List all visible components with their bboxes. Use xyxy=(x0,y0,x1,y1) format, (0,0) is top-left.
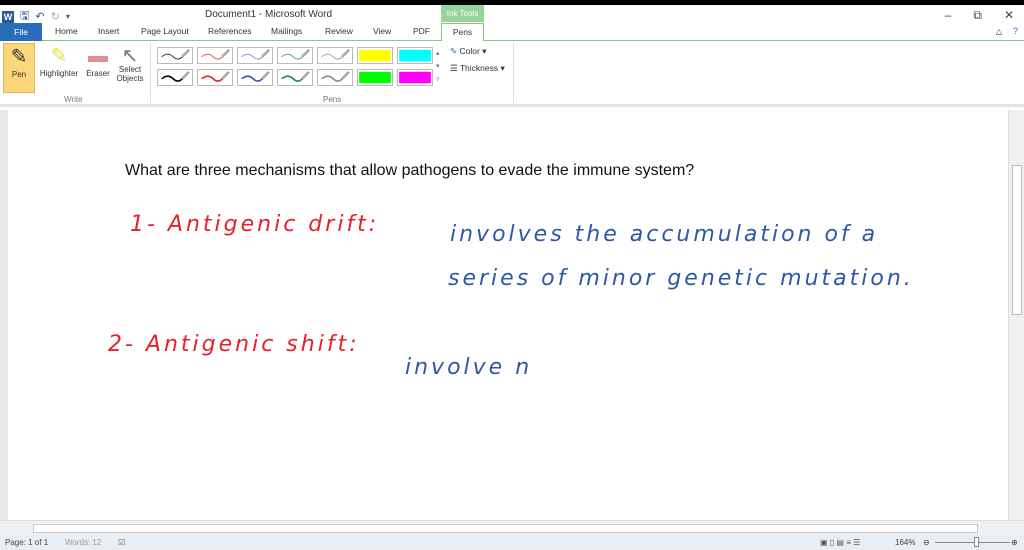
cursor-icon: ↖ xyxy=(121,45,139,67)
question-text: What are three mechanisms that allow pat… xyxy=(125,162,695,179)
highlighter-button[interactable]: ✎ Highlighter xyxy=(36,43,82,78)
close-icon[interactable]: ✕ xyxy=(1004,8,1014,23)
redo-icon[interactable]: ↻ xyxy=(51,10,60,23)
pen-preset[interactable] xyxy=(397,69,433,86)
ink-line1-heading: 1- Antigenic drift: xyxy=(130,212,380,237)
tab-pdf[interactable]: PDF xyxy=(413,26,430,36)
ink-line3-heading: 2- Antigenic shift: xyxy=(108,332,360,357)
zoom-slider-thumb[interactable] xyxy=(974,537,979,547)
pen-label: Pen xyxy=(11,70,27,79)
window-title: Document1 - Microsoft Word xyxy=(205,9,333,20)
ink-line3-text: involve n xyxy=(405,355,533,380)
pen-preset[interactable] xyxy=(317,47,353,64)
tab-references[interactable]: References xyxy=(208,26,251,36)
write-group-label: Write xyxy=(64,95,83,104)
thickness-label: Thickness xyxy=(459,63,499,73)
zoom-out-icon[interactable]: ⊖ xyxy=(923,538,930,547)
select-objects-button[interactable]: ↖ Select Objects xyxy=(114,43,146,83)
eraser-button[interactable]: ▬ Eraser xyxy=(84,43,112,78)
pen-preset[interactable] xyxy=(157,47,193,64)
collapse-ribbon-icon[interactable]: △ xyxy=(996,27,1002,36)
pen-preset[interactable] xyxy=(237,47,273,64)
page-count[interactable]: Page: 1 of 1 xyxy=(5,538,48,547)
ribbon-tabs: File Home Insert Page Layout References … xyxy=(0,23,1024,42)
divider xyxy=(150,43,151,103)
word-count[interactable]: Words: 12 xyxy=(65,538,101,547)
thickness-icon: ☰ xyxy=(450,63,458,73)
word-icon[interactable]: W xyxy=(2,10,14,23)
tab-home[interactable]: Home xyxy=(55,26,78,36)
zoom-level[interactable]: 164% xyxy=(895,538,915,547)
view-buttons[interactable]: ▣ ▯ ▤ ≡ ☰ xyxy=(820,538,860,547)
customize-qat-icon[interactable]: ▾ xyxy=(66,12,70,21)
vertical-scroll-thumb[interactable] xyxy=(1012,165,1022,315)
pen-preset[interactable] xyxy=(357,47,393,64)
tab-insert[interactable]: Insert xyxy=(98,26,119,36)
proofing-icon[interactable]: ☑ xyxy=(118,538,125,547)
highlighter-icon: ✎ xyxy=(50,45,68,67)
ribbon: ✎ Pen ✎ Highlighter ▬ Eraser ↖ Select Object… xyxy=(0,41,1024,107)
ink-tools-label: Ink Tools xyxy=(441,5,484,22)
thickness-button[interactable]: ☰ Thickness ▾ xyxy=(450,63,505,74)
tab-review[interactable]: Review xyxy=(325,26,353,36)
pen-button[interactable]: ✎ Pen xyxy=(3,43,35,93)
minimize-icon[interactable]: – xyxy=(945,8,952,23)
zoom-in-icon[interactable]: ⊕ xyxy=(1011,538,1018,547)
eraser-icon: ▬ xyxy=(88,45,108,67)
pen-preset[interactable] xyxy=(357,69,393,86)
color-label: Color xyxy=(459,46,480,56)
pen-icon: ✎ xyxy=(10,46,28,68)
pen-preset[interactable] xyxy=(277,69,313,86)
tab-file[interactable]: File xyxy=(0,23,42,41)
tab-view[interactable]: View xyxy=(373,26,391,36)
title-bar: W 🖫 ↶ ↻ ▾ Document1 - Microsoft Word – ⧉… xyxy=(0,5,1024,23)
pen-preset[interactable] xyxy=(397,47,433,64)
tab-page-layout[interactable]: Page Layout xyxy=(141,26,189,36)
help-icon[interactable]: ? xyxy=(1013,26,1018,36)
ink-line1-text: involves the accumulation of a xyxy=(450,222,879,247)
pen-preset[interactable] xyxy=(197,47,233,64)
pen-preset[interactable] xyxy=(277,47,313,64)
color-button[interactable]: ✎ Color ▾ xyxy=(450,46,486,57)
select-objects-label: Select Objects xyxy=(116,65,144,83)
pen-preset[interactable] xyxy=(157,69,193,86)
horizontal-scrollbar[interactable] xyxy=(0,520,1024,535)
pens-group-label: Pens xyxy=(323,95,342,104)
vertical-scrollbar[interactable] xyxy=(1008,110,1024,520)
ink-line2-text: series of minor genetic mutation. xyxy=(448,266,914,291)
pen-preset[interactable] xyxy=(237,69,273,86)
tab-mailings[interactable]: Mailings xyxy=(271,26,302,36)
highlighter-label: Highlighter xyxy=(39,69,79,78)
status-bar: Page: 1 of 1 Words: 12 ☑ ▣ ▯ ▤ ≡ ☰ 164% … xyxy=(0,535,1024,550)
tab-pens[interactable]: Pens xyxy=(441,23,484,42)
restore-icon[interactable]: ⧉ xyxy=(973,8,982,23)
pen-preset[interactable] xyxy=(197,69,233,86)
undo-icon[interactable]: ↶ xyxy=(35,10,44,23)
horizontal-scroll-thumb[interactable] xyxy=(33,524,978,533)
gallery-scroll[interactable]: ▴ ▾ ▿ xyxy=(436,47,440,86)
eraser-label: Eraser xyxy=(86,69,110,78)
zoom-slider[interactable] xyxy=(935,542,1010,543)
pen-preset[interactable] xyxy=(317,69,353,86)
divider xyxy=(513,43,514,103)
color-icon: ✎ xyxy=(450,46,458,56)
